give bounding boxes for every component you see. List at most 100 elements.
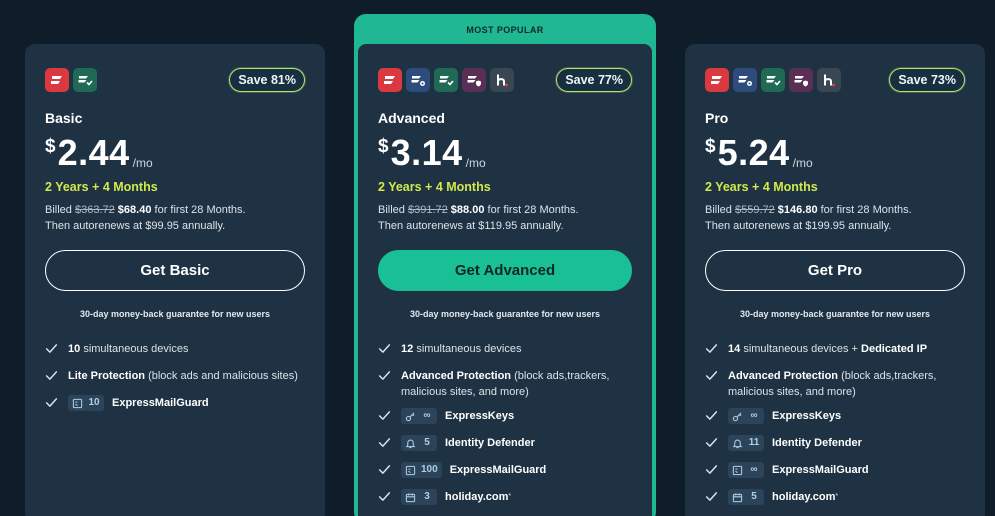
- mailguard-chip: 10: [68, 395, 104, 411]
- devices-count: 14: [728, 343, 741, 355]
- check-icon: [705, 342, 723, 360]
- billing-info: Billed $559.72 $146.80 for first 28 Mont…: [705, 202, 965, 236]
- mailguard-count: 10: [88, 397, 100, 408]
- feature-expresskeys: ∞ ExpressKeys: [378, 408, 632, 427]
- check-icon: [45, 396, 63, 414]
- expresskeys-count: ∞: [423, 410, 431, 421]
- check-icon: [705, 490, 723, 508]
- identity-defender-chip: 11: [728, 435, 764, 451]
- holiday-icon: [490, 68, 514, 92]
- key-icon: [405, 411, 416, 422]
- get-pro-button[interactable]: Get Pro: [705, 250, 965, 291]
- feature-list: 10 simultaneous devices Lite Protection …: [45, 341, 305, 414]
- most-popular-frame: MOST POPULAR Save 77% Advanced $ 3.14 /m…: [354, 14, 656, 516]
- included-apps: [378, 68, 514, 92]
- protection-level: Advanced Protection: [401, 370, 512, 382]
- bell-icon: [405, 438, 416, 449]
- price-period: /mo: [792, 156, 813, 170]
- new-price: $88.00: [450, 204, 485, 216]
- expressmailguard-icon: [73, 68, 97, 92]
- card-header: Save 81%: [45, 44, 305, 104]
- billing-info: Billed $363.72 $68.40 for first 28 Month…: [45, 202, 305, 236]
- feature-protection: Lite Protection (block ads and malicious…: [45, 368, 305, 387]
- plan-name: Advanced: [378, 110, 445, 126]
- holiday-name: holiday.com: [772, 491, 836, 503]
- protection-text: (block ads and malicious sites): [148, 370, 298, 382]
- check-icon: [378, 490, 396, 508]
- price: $ 2.44 /mo: [45, 134, 305, 176]
- mailguard-chip: ∞: [728, 462, 764, 478]
- expresskeys-name: ExpressKeys: [772, 410, 842, 422]
- check-icon: [705, 463, 723, 481]
- feature-devices: 14 simultaneous devices + Dedicated IP: [705, 341, 965, 360]
- expressvpn-icon: [378, 68, 402, 92]
- mailguard-count: 100: [421, 464, 438, 475]
- check-icon: [378, 369, 396, 387]
- included-apps: [45, 68, 97, 92]
- check-icon: [705, 409, 723, 427]
- billed-suffix: for first 28 Months.: [820, 204, 912, 216]
- devices-text: simultaneous devices: [416, 343, 522, 355]
- billed-prefix: Billed: [45, 204, 72, 216]
- holiday-chip: 3: [401, 489, 437, 505]
- feature-list: 12 simultaneous devices Advanced Protect…: [378, 341, 632, 508]
- protection-level: Advanced Protection: [728, 370, 839, 382]
- old-price: $363.72: [74, 204, 115, 216]
- old-price: $391.72: [407, 204, 448, 216]
- bell-icon: [732, 438, 743, 449]
- holiday-icon: [817, 68, 841, 92]
- mailbox-icon: [405, 465, 416, 476]
- money-back-guarantee: 30-day money-back guarantee for new user…: [739, 309, 931, 319]
- identity-defender-name: Identity Defender: [772, 437, 862, 449]
- plan-name: Pro: [705, 110, 729, 126]
- billed-prefix: Billed: [378, 204, 405, 216]
- key-icon: [732, 411, 743, 422]
- billing-info: Billed $391.72 $88.00 for first 28 Month…: [378, 202, 632, 236]
- holiday-footnote-mark: *: [835, 493, 839, 500]
- identity-defender-icon: [789, 68, 813, 92]
- identity-defender-name: Identity Defender: [445, 437, 535, 449]
- calendar-icon: [732, 492, 743, 503]
- plan-name: Basic: [45, 110, 83, 126]
- card-header: Save 73%: [705, 44, 965, 104]
- feature-identity-defender: 5 Identity Defender: [378, 435, 632, 454]
- identity-defender-count: 5: [424, 437, 430, 448]
- expresskeys-chip: ∞: [728, 408, 764, 424]
- feature-devices: 12 simultaneous devices: [378, 341, 632, 360]
- price: $ 3.14 /mo: [378, 134, 632, 176]
- plan-term: 2 Years + 4 Months: [45, 180, 158, 194]
- new-price: $146.80: [777, 204, 818, 216]
- mailguard-name: ExpressMailGuard: [449, 464, 547, 476]
- feature-mailguard: ∞ ExpressMailGuard: [705, 462, 965, 481]
- price-currency: $: [45, 136, 56, 157]
- expresskeys-count: ∞: [750, 410, 758, 421]
- price-period: /mo: [132, 156, 153, 170]
- renew-info: Then autorenews at $199.95 annually.: [705, 220, 892, 232]
- get-advanced-button[interactable]: Get Advanced: [378, 250, 632, 291]
- mailbox-icon: [732, 465, 743, 476]
- identity-defender-chip: 5: [401, 435, 437, 451]
- expresskeys-name: ExpressKeys: [445, 410, 515, 422]
- devices-count: 10: [68, 343, 81, 355]
- mailbox-icon: [72, 398, 83, 409]
- devices-count: 12: [401, 343, 414, 355]
- expressmailguard-icon: [761, 68, 785, 92]
- dedicated-ip: Dedicated IP: [861, 343, 928, 355]
- check-icon: [705, 436, 723, 454]
- feature-holiday: 3 holiday.com *: [378, 489, 632, 508]
- holiday-count: 3: [424, 491, 430, 502]
- feature-mailguard: 10 ExpressMailGuard: [45, 395, 305, 414]
- feature-protection: Advanced Protection (block ads,trackers,…: [705, 368, 965, 400]
- included-apps: [705, 68, 841, 92]
- save-badge: Save 73%: [889, 68, 965, 92]
- check-icon: [378, 342, 396, 360]
- feature-protection: Advanced Protection (block ads,trackers,…: [378, 368, 632, 400]
- expressmailguard-icon: [434, 68, 458, 92]
- holiday-footnote-mark: *: [508, 493, 512, 500]
- protection-level: Lite Protection: [68, 370, 146, 382]
- get-basic-button[interactable]: Get Basic: [45, 250, 305, 291]
- old-price: $559.72: [734, 204, 775, 216]
- check-icon: [45, 369, 63, 387]
- billed-suffix: for first 28 Months.: [487, 204, 579, 216]
- renew-info: Then autorenews at $119.95 annually.: [378, 220, 564, 232]
